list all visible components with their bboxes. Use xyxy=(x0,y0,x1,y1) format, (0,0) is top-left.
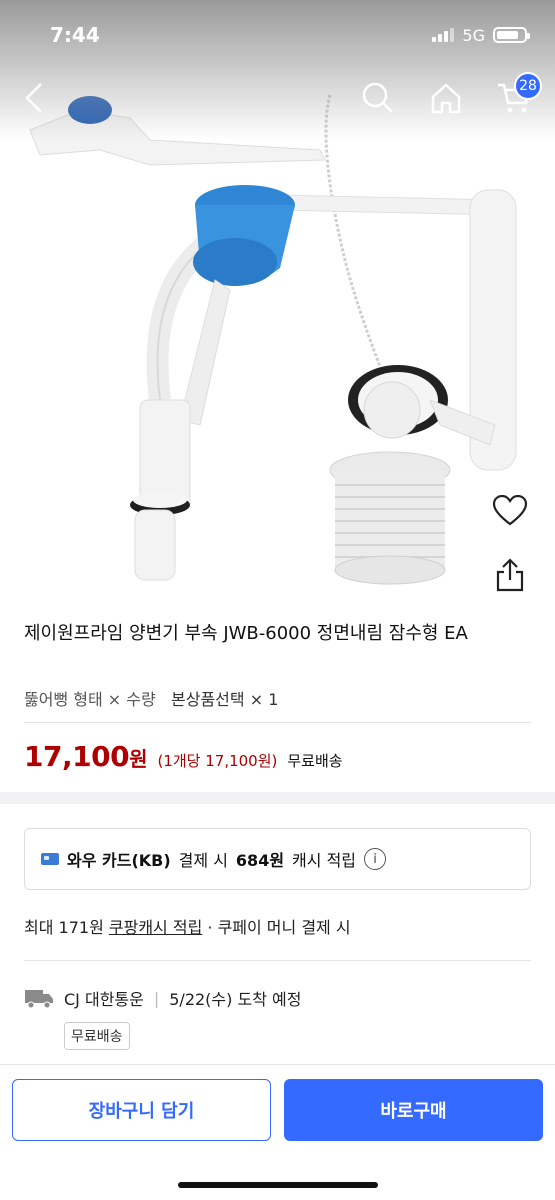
delivery-separator: | xyxy=(153,988,160,1008)
card-reward-amount: 684원 xyxy=(235,851,285,870)
share-button[interactable] xyxy=(487,552,533,598)
option-label: 뚫어뻥 형태 xyxy=(24,690,103,709)
card-name: 와우 카드(KB) xyxy=(67,851,171,870)
section-divider xyxy=(0,792,555,804)
cash-reward-line: 최대 171원 쿠팡캐시 적립 · 쿠페이 머니 결제 시 xyxy=(24,914,351,938)
home-button[interactable] xyxy=(424,76,468,120)
cart-button[interactable]: 28 xyxy=(492,72,542,120)
truck-icon xyxy=(25,990,53,1009)
network-label: 5G xyxy=(462,25,485,45)
back-icon xyxy=(25,83,42,113)
home-icon xyxy=(431,83,461,114)
shipping-label: 무료배송 xyxy=(287,752,343,770)
option-separator: × xyxy=(107,690,122,709)
home-indicator xyxy=(178,1182,378,1188)
option-qty-label: 수량 xyxy=(126,690,156,709)
free-shipping-tag: 무료배송 xyxy=(64,1022,130,1050)
search-icon xyxy=(362,82,393,113)
price: 17,100원 xyxy=(24,740,148,773)
wishlist-button[interactable] xyxy=(487,488,533,534)
delivery-info: CJ 대한통운 | 5/22(수) 도착 예정 xyxy=(24,986,301,1010)
status-indicators: 5G xyxy=(432,25,530,45)
cart-count-badge: 28 xyxy=(514,72,542,100)
bottom-action-bar: 장바구니 담기 바로구매 xyxy=(0,1064,555,1200)
product-title: 제이원프라임 양변기 부속 JWB-6000 정면내림 잠수형 EA xyxy=(24,623,468,644)
price-row: 17,100원 (1개당 17,100원) 무료배송 xyxy=(24,740,343,773)
option-quantity: × 1 xyxy=(249,690,279,709)
delivery-eta: 5/22(수) 도착 예정 xyxy=(169,990,302,1009)
divider xyxy=(24,722,531,723)
cash-max: 최대 171원 xyxy=(24,918,104,937)
card-condition: 결제 시 xyxy=(178,851,228,870)
share-icon xyxy=(496,558,524,592)
heart-icon xyxy=(492,495,528,526)
status-time: 7:44 xyxy=(50,23,100,47)
buy-now-button[interactable]: 바로구매 xyxy=(284,1079,543,1141)
delivery-carrier: CJ 대한통운 xyxy=(64,990,144,1009)
top-nav: 28 xyxy=(0,70,555,126)
search-button[interactable] xyxy=(356,76,400,120)
divider xyxy=(24,960,531,961)
card-icon xyxy=(41,853,59,865)
card-reward-label: 캐시 적립 xyxy=(292,851,357,870)
option-value: 본상품선택 xyxy=(171,690,245,709)
back-button[interactable] xyxy=(12,76,56,120)
signal-icon xyxy=(432,28,455,42)
cash-condition: · 쿠페이 머니 결제 시 xyxy=(207,918,351,937)
selected-option[interactable]: 뚫어뻥 형태 × 수량 본상품선택 × 1 xyxy=(24,686,278,710)
info-icon[interactable]: i xyxy=(364,848,387,870)
card-benefit-box: 와우 카드(KB) 결제 시 684원 캐시 적립 i xyxy=(24,828,531,890)
coupang-cash-link[interactable]: 쿠팡캐시 적립 xyxy=(109,918,202,937)
add-to-cart-button[interactable]: 장바구니 담기 xyxy=(12,1079,271,1141)
unit-price: (1개당 17,100원) xyxy=(157,752,278,770)
status-bar: 7:44 5G xyxy=(0,0,555,70)
battery-icon xyxy=(493,27,530,43)
